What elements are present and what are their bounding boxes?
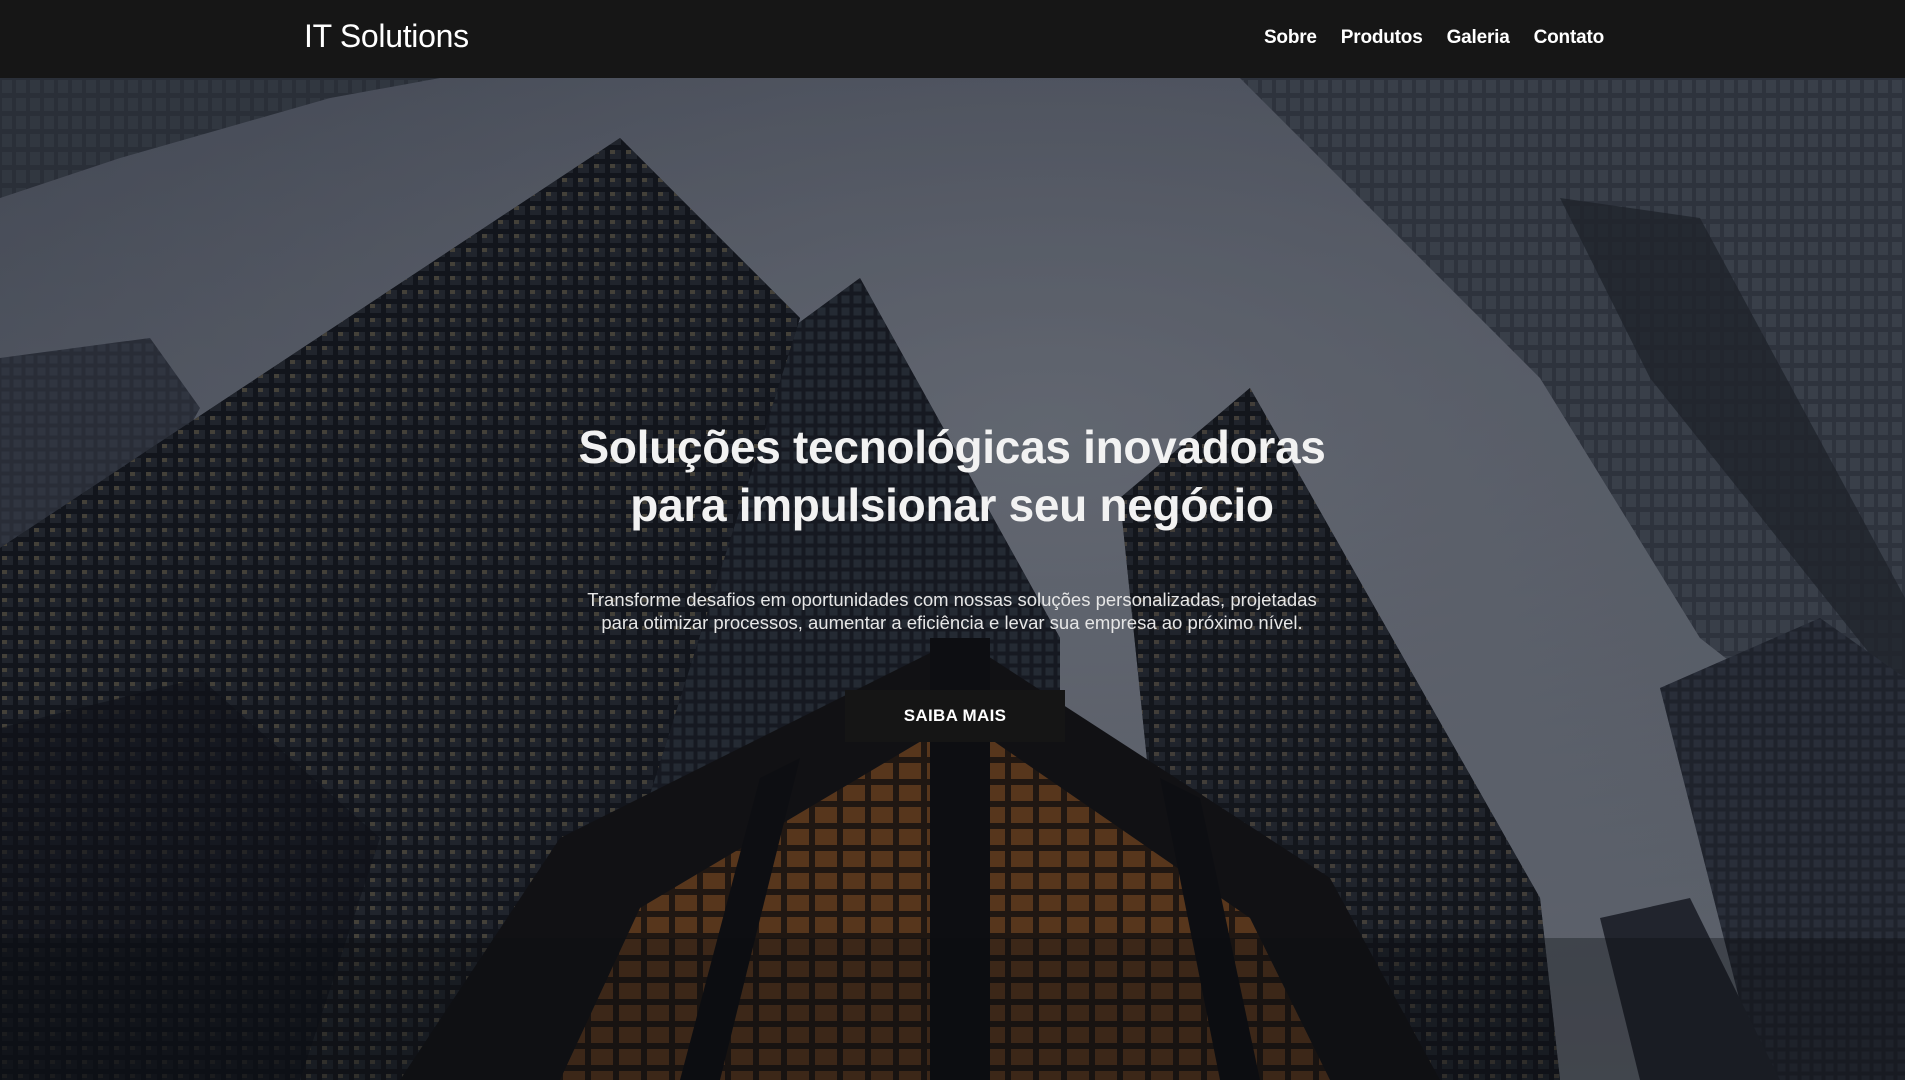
nav-link-produtos[interactable]: Produtos: [1341, 27, 1423, 49]
hero-title: Soluções tecnológicas inovadoras para im…: [452, 418, 1452, 534]
main-nav: Sobre Produtos Galeria Contato: [1264, 27, 1604, 49]
hero-subtitle-line-1: Transforme desafios em oportunidades com…: [587, 589, 1317, 610]
nav-link-contato[interactable]: Contato: [1534, 27, 1605, 49]
hero-title-line-2: para impulsionar seu negócio: [630, 479, 1274, 531]
hero-section: Soluções tecnológicas inovadoras para im…: [0, 78, 1905, 1080]
nav-link-sobre[interactable]: Sobre: [1264, 27, 1317, 49]
top-navbar: IT Solutions Sobre Produtos Galeria Cont…: [0, 0, 1905, 78]
hero-content: Soluções tecnológicas inovadoras para im…: [0, 78, 1905, 1080]
hero-subtitle: Transforme desafios em oportunidades com…: [552, 588, 1352, 634]
hero-title-line-1: Soluções tecnológicas inovadoras: [578, 421, 1326, 473]
landing-page: IT Solutions Sobre Produtos Galeria Cont…: [0, 0, 1905, 1080]
saiba-mais-button[interactable]: SAIBA MAIS: [845, 690, 1065, 742]
hero-subtitle-line-2: para otimizar processos, aumentar a efic…: [601, 612, 1303, 633]
nav-link-galeria[interactable]: Galeria: [1447, 27, 1510, 49]
brand-logo[interactable]: IT Solutions: [304, 18, 469, 55]
